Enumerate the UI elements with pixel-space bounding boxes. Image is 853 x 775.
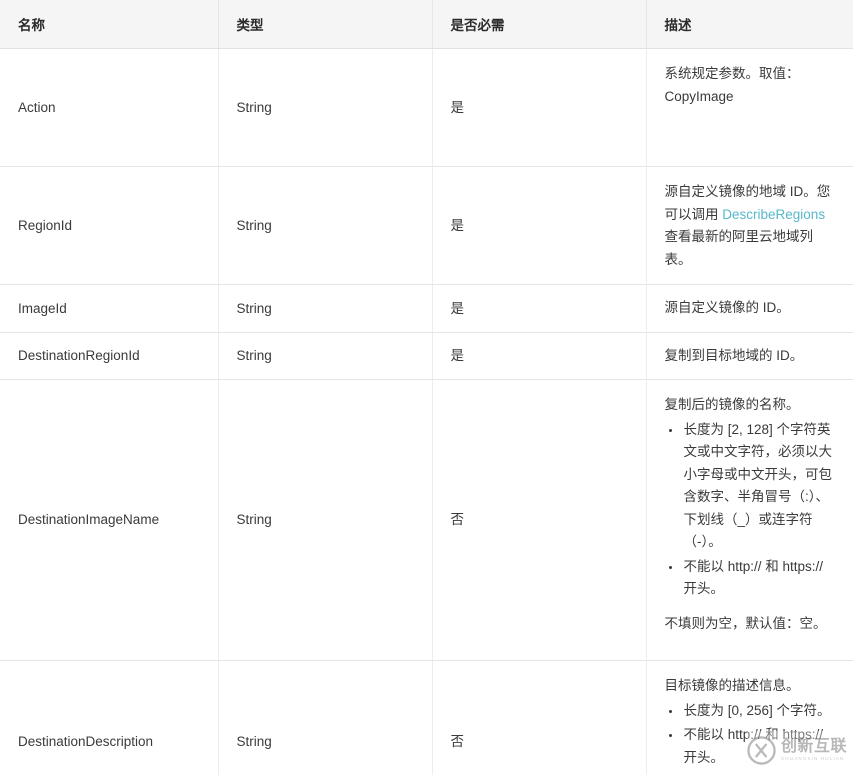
column-header-required: 是否必需 xyxy=(432,0,646,49)
table-row: DestinationDescription String 否 目标镜像的描述信… xyxy=(0,661,853,775)
api-parameter-document: 名称 类型 是否必需 描述 Action String 是 系统规定参数。取值：… xyxy=(0,0,853,775)
parameter-type: String xyxy=(218,333,432,380)
table-row: RegionId String 是 源自定义镜像的地域 ID。您可以调用 Des… xyxy=(0,167,853,285)
parameter-description: 源自定义镜像的 ID。 xyxy=(646,285,853,333)
description-text-after-link: 查看最新的阿里云地域列表。 xyxy=(665,229,814,267)
parameter-type: String xyxy=(218,661,432,775)
description-bullet: 不能以 http:// 和 https:// 开头。 xyxy=(682,556,840,601)
table-header: 名称 类型 是否必需 描述 xyxy=(0,0,853,49)
description-bullet: 不能以 http:// 和 https:// 开头。 xyxy=(682,724,840,769)
description-lead: 源自定义镜像的 ID。 xyxy=(665,297,840,320)
parameter-type: String xyxy=(218,380,432,661)
table-row: Action String 是 系统规定参数。取值：CopyImage xyxy=(0,49,853,167)
parameter-name: DestinationDescription xyxy=(0,661,218,775)
parameter-description: 复制到目标地域的 ID。 xyxy=(646,333,853,380)
table-row: DestinationImageName String 否 复制后的镜像的名称。… xyxy=(0,380,853,661)
description-lead: 复制后的镜像的名称。 xyxy=(665,394,840,417)
parameter-name: DestinationImageName xyxy=(0,380,218,661)
column-header-description: 描述 xyxy=(646,0,853,49)
parameter-required: 是 xyxy=(432,285,646,333)
column-header-type: 类型 xyxy=(218,0,432,49)
column-header-name: 名称 xyxy=(0,0,218,49)
parameter-required: 是 xyxy=(432,333,646,380)
parameter-type: String xyxy=(218,49,432,167)
parameter-required: 是 xyxy=(432,167,646,285)
description-lead: 系统规定参数。取值：CopyImage xyxy=(665,63,840,108)
table-row: ImageId String 是 源自定义镜像的 ID。 xyxy=(0,285,853,333)
parameter-name: Action xyxy=(0,49,218,167)
description-bullet-list: 长度为 [2, 128] 个字符英文或中文字符，必须以大小字母或中文开头，可包含… xyxy=(665,419,840,601)
description-lead: 目标镜像的描述信息。 xyxy=(665,675,840,698)
parameter-required: 否 xyxy=(432,380,646,661)
table-row: DestinationRegionId String 是 复制到目标地域的 ID… xyxy=(0,333,853,380)
description-lead: 复制到目标地域的 ID。 xyxy=(665,345,840,368)
parameter-description: 目标镜像的描述信息。 长度为 [0, 256] 个字符。 不能以 http://… xyxy=(646,661,853,775)
description-bullet: 长度为 [2, 128] 个字符英文或中文字符，必须以大小字母或中文开头，可包含… xyxy=(682,419,840,554)
request-parameters-table: 名称 类型 是否必需 描述 Action String 是 系统规定参数。取值：… xyxy=(0,0,853,775)
parameter-type: String xyxy=(218,285,432,333)
parameter-description: 复制后的镜像的名称。 长度为 [2, 128] 个字符英文或中文字符，必须以大小… xyxy=(646,380,853,661)
parameter-name: RegionId xyxy=(0,167,218,285)
table-body: Action String 是 系统规定参数。取值：CopyImage Regi… xyxy=(0,49,853,775)
parameter-name: DestinationRegionId xyxy=(0,333,218,380)
parameter-type: String xyxy=(218,167,432,285)
describe-regions-link[interactable]: DescribeRegions xyxy=(722,207,825,222)
parameter-name: ImageId xyxy=(0,285,218,333)
parameter-required: 是 xyxy=(432,49,646,167)
parameter-description: 源自定义镜像的地域 ID。您可以调用 DescribeRegions 查看最新的… xyxy=(646,167,853,285)
description-lead: 源自定义镜像的地域 ID。您可以调用 DescribeRegions 查看最新的… xyxy=(665,181,840,271)
parameter-required: 否 xyxy=(432,661,646,775)
table-header-row: 名称 类型 是否必需 描述 xyxy=(0,0,853,49)
parameter-description: 系统规定参数。取值：CopyImage xyxy=(646,49,853,167)
description-bullet-list: 长度为 [0, 256] 个字符。 不能以 http:// 和 https://… xyxy=(665,700,840,770)
description-bullet: 长度为 [0, 256] 个字符。 xyxy=(682,700,840,723)
description-trailing: 不填则为空，默认值：空。 xyxy=(665,613,840,636)
